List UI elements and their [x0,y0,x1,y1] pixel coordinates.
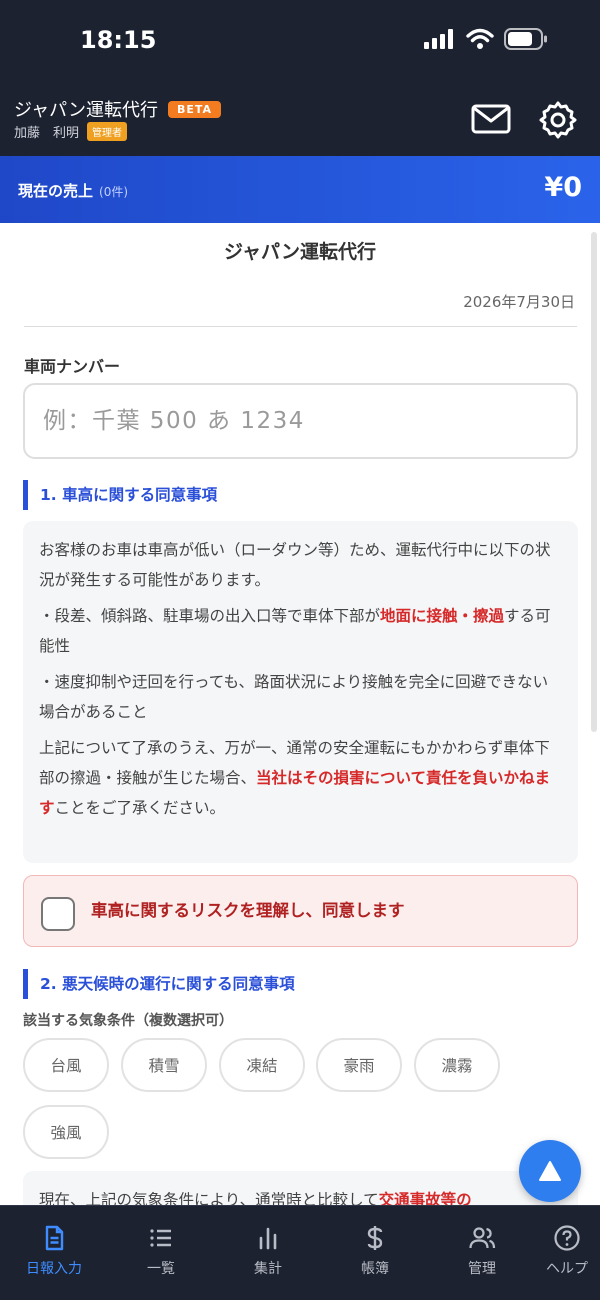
section2-warning-text: 交通事故等の [378,1191,472,1205]
chip-fog[interactable]: 濃霧 [414,1038,500,1092]
wifi-icon [466,28,494,49]
tab-list[interactable]: 一覧 [111,1206,211,1300]
battery-icon [504,28,547,50]
document-icon [45,1225,64,1251]
section1-paragraph-4: 上記について了承のうえ、万が一、通常の安全運転にもかかわらず車体下部の擦過・接触… [39,733,562,823]
mail-button[interactable] [470,99,512,139]
p2-warning-text: 地面に接触・擦過 [380,607,505,625]
bar-chart-icon [259,1227,277,1250]
list-icon [150,1229,171,1247]
weather-conditions-label: 該当する気象条件（複数選択可） [23,1013,233,1029]
p2-text-before: ・段差、傾斜路、駐車場の出入口等で車体下部が [39,607,381,625]
sales-amount: ¥0 [544,172,582,203]
settings-button[interactable] [536,98,580,142]
sales-label: 現在の売上 [18,182,94,200]
chip-heavy-rain[interactable]: 豪雨 [316,1038,402,1092]
vehicle-number-label: 車両ナンバー [24,357,121,376]
checkbox-box[interactable] [41,897,75,931]
signal-icon [424,29,453,49]
divider [24,326,577,327]
tab-label: 帳簿 [361,1261,389,1277]
users-icon [469,1227,496,1249]
bottom-tab-bar: 日報入力 一覧 集計 帳簿 管理 ヘルプ [0,1205,600,1300]
section2-heading: 2. 悪天候時の運行に関する同意事項 [23,969,295,999]
document-title: ジャパン運転代行 [223,241,376,263]
section1-paragraph-1: お客様のお車は車高が低い（ローダウン等）ため、運転代行中に以下の状況が発生する可… [39,541,551,589]
tab-label: 日報入力 [26,1261,82,1277]
tab-label: ヘルプ [546,1261,588,1277]
user-name: 加藤 利明 [14,126,80,141]
status-icons [424,28,548,50]
sales-label-group: 現在の売上 (0件) [18,180,128,201]
height-risk-agree-checkbox[interactable]: 車高に関するリスクを理解し、同意します [23,875,578,947]
status-bar: 18:15 [0,0,600,84]
app-title: ジャパン運転代行 [14,100,158,121]
gear-icon [539,101,577,139]
tab-summary[interactable]: 集計 [218,1206,318,1300]
tab-daily-report[interactable]: 日報入力 [4,1206,104,1300]
tab-label: 管理 [468,1261,496,1277]
triangle-up-icon [539,1161,561,1181]
chip-freeze[interactable]: 凍結 [219,1038,305,1092]
section1-info-box: お客様のお車は車高が低い（ローダウン等）ため、運転代行中に以下の状況が発生する可… [23,521,578,863]
tab-label: 一覧 [147,1261,175,1277]
document-date: 2026年7月30日 [463,293,575,311]
chip-typhoon[interactable]: 台風 [23,1038,109,1092]
mail-icon [471,104,511,134]
section2-info-box: 現在、上記の気象条件により、通常時と比較して交通事故等の [23,1171,578,1205]
tab-ledger[interactable]: 帳簿 [325,1206,425,1300]
help-icon [554,1225,580,1251]
vehicle-number-input[interactable] [23,383,578,459]
role-badge: 管理者 [87,122,128,141]
agree-label: 車高に関するリスクを理解し、同意します [91,901,405,920]
p4-text-after: ことをご了承ください。 [54,799,226,817]
section2-text-before: 現在、上記の気象条件により、通常時と比較して [39,1191,379,1205]
sales-summary-bar: 現在の売上 (0件) ¥0 [0,156,600,223]
chip-strong-wind[interactable]: 強風 [23,1105,109,1159]
tab-help[interactable]: ヘルプ [517,1206,600,1300]
section1-paragraph-2: ・段差、傾斜路、駐車場の出入口等で車体下部が地面に接触・擦過する可能性 [39,601,562,661]
tab-label: 集計 [254,1261,282,1277]
scrollbar[interactable] [591,232,597,732]
status-time: 18:15 [80,26,157,54]
dollar-icon [367,1226,383,1250]
app-header: ジャパン運転代行 BETA 加藤 利明 管理者 [0,84,600,156]
scroll-to-top-button[interactable] [519,1140,581,1202]
section1-paragraph-3: ・速度抑制や迂回を行っても、路面状況により接触を完全に回避できない場合があること [39,673,549,721]
chip-snow[interactable]: 積雪 [121,1038,207,1092]
beta-badge: BETA [168,100,222,118]
section1-heading: 1. 車高に関する同意事項 [23,480,217,510]
sales-count: (0件) [99,185,129,199]
user-row: 加藤 利明 管理者 [14,122,128,141]
title-row: ジャパン運転代行 BETA [14,96,222,122]
main-content: ジャパン運転代行 2026年7月30日 車両ナンバー 1. 車高に関する同意事項… [0,223,600,1205]
